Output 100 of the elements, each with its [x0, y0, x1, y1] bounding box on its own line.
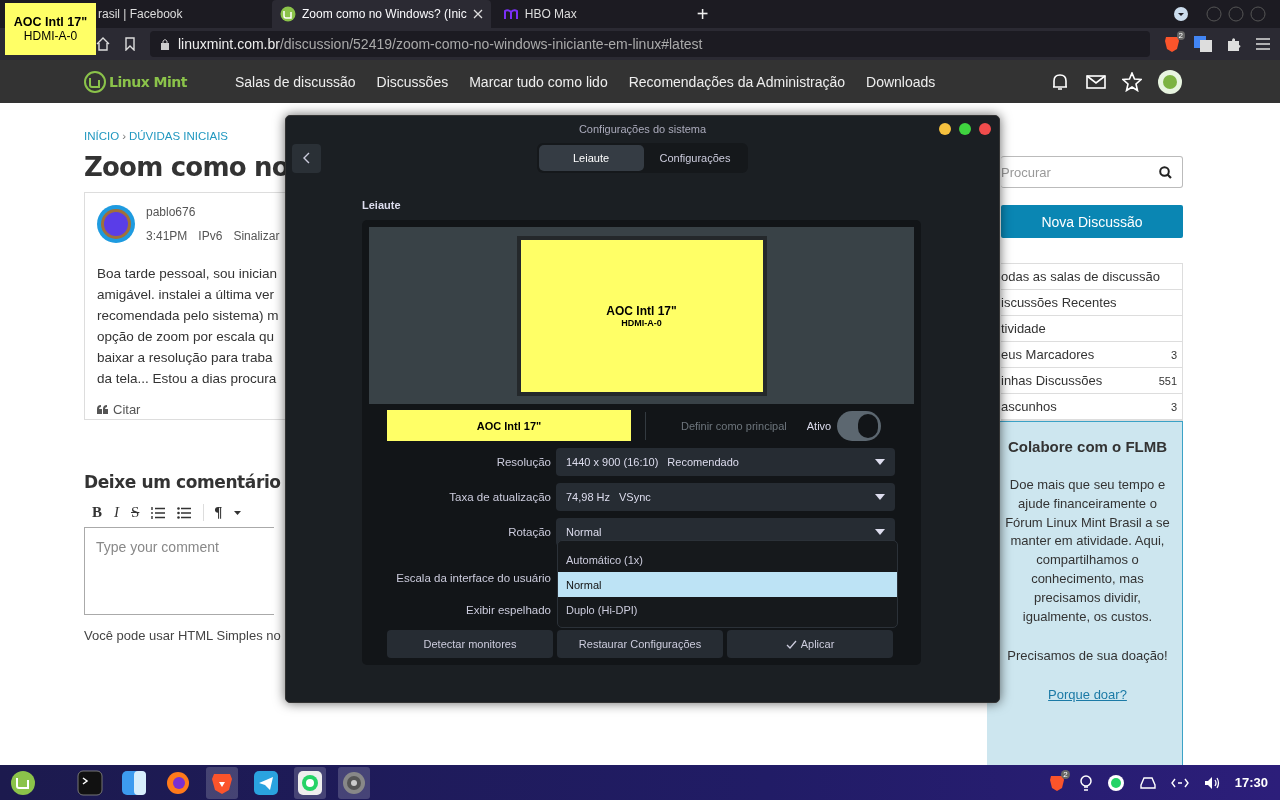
dropdown[interactable]: 74,98 Hz VSync: [556, 483, 895, 511]
donate-title: Colabore com o FLMB: [1006, 438, 1169, 455]
nav-link[interactable]: Discussões: [376, 73, 449, 90]
bullet-list-icon[interactable]: [177, 506, 192, 519]
url-text: linuxmint.com.br/discussion/52419/zoom-como-no-windows-iniciante-em-linux#latest: [178, 36, 703, 52]
minimize-button[interactable]: [939, 123, 951, 135]
drive-icon[interactable]: [1139, 776, 1156, 789]
chat-phone-icon[interactable]: [1106, 773, 1125, 792]
setting-label: Resolução: [495, 456, 551, 468]
avatar-icon[interactable]: [1158, 69, 1182, 94]
home-icon[interactable]: [96, 37, 110, 51]
mint-logo-icon: [280, 6, 296, 22]
monitor-tile[interactable]: AOC Intl 17" HDMI-A-0: [516, 236, 767, 396]
new-discussion-button[interactable]: Nova Discussão: [1001, 205, 1183, 238]
menu-option[interactable]: Automático (1x): [558, 547, 897, 572]
menu-icon[interactable]: [1256, 38, 1270, 50]
browser-tab[interactable]: HBO Max: [494, 0, 673, 28]
breadcrumb-link[interactable]: DÚVIDAS INICIAIS: [129, 130, 229, 142]
flag-link[interactable]: Sinalizar: [233, 229, 280, 243]
post-time[interactable]: 3:41PM: [146, 229, 188, 243]
chevron-left-icon: [303, 152, 310, 164]
count-label: 551: [1158, 374, 1177, 387]
avatar-icon[interactable]: [97, 205, 135, 243]
nav-link[interactable]: Salas de discussão: [234, 73, 356, 90]
caret-icon: [875, 494, 885, 500]
caret-icon[interactable]: [234, 510, 242, 515]
sidebar-link[interactable]: tividade: [1001, 316, 1182, 342]
post-ip: IPv6: [198, 229, 223, 243]
nav-link[interactable]: Recomendações da Administração: [628, 73, 846, 90]
puzzle-icon[interactable]: [1226, 36, 1242, 52]
italic-button[interactable]: I: [114, 504, 119, 521]
html-note: Você pode usar HTML Simples no: [84, 628, 282, 643]
bell-icon[interactable]: [1050, 71, 1070, 92]
comment-heading: Deixe um comentário: [84, 472, 282, 492]
lock-icon: [160, 38, 170, 50]
site-logo-text[interactable]: Linux Mint: [109, 73, 187, 90]
star-icon[interactable]: [1122, 71, 1142, 92]
dropdown-icon[interactable]: [1174, 7, 1188, 21]
close-icon[interactable]: [472, 9, 483, 19]
donate-text: Doe mais que seu tempo e ajude financeiramente o Fórum Linux Mint Brasil a se manter em atividade. Aqui, compartilhamos o conhecimento, mas precisamos dividir, igualmente, os custos.: [1004, 476, 1171, 626]
mint-logo-icon[interactable]: [84, 70, 106, 93]
tab[interactable]: Configurações: [643, 145, 747, 171]
dropdown-note: Recomendado: [667, 456, 739, 468]
sidebar-link[interactable]: odas as salas de discussão: [1001, 264, 1182, 290]
dropdown[interactable]: 1440 x 900 (16:10) Recomendado: [556, 448, 895, 476]
nav-link[interactable]: Marcar tudo como lido: [469, 73, 608, 90]
donate-appeal: Precisamos de sua doação!: [1006, 647, 1169, 666]
quote-link[interactable]: Citar: [113, 402, 141, 417]
setting-label: Taxa de atualização: [448, 491, 551, 503]
browser-tab[interactable]: Zoom como no Windows? (Inic: [272, 0, 491, 28]
post-text: recomendada pelo sistema) m: [97, 307, 280, 325]
maximize-button[interactable]: [959, 123, 971, 135]
post-text: da tela... Estou a dias procura: [97, 370, 278, 388]
sidebar-link[interactable]: iscussões Recentes: [1001, 290, 1182, 316]
author-name[interactable]: pablo676: [146, 205, 280, 219]
close-button[interactable]: [979, 123, 991, 135]
mail-icon[interactable]: [1086, 73, 1106, 90]
post-text: baixar a resolução para traba: [97, 349, 274, 367]
breadcrumb-separator: ›: [122, 130, 126, 142]
post-text: opção de zoom por escala qu: [97, 328, 276, 346]
search-icon[interactable]: [1159, 165, 1172, 179]
count-label: 3: [1170, 400, 1177, 413]
comment-field[interactable]: Type your comment: [84, 527, 274, 615]
tab[interactable]: Leiaute: [538, 145, 644, 171]
lightbulb-icon[interactable]: [1079, 774, 1092, 791]
active-toggle[interactable]: [837, 410, 882, 441]
address-field[interactable]: linuxmint.com.br/discussion/52419/zoom-como-no-windows-iniciante-em-linux#latest: [150, 31, 1150, 57]
setting-label: Exibir espelhado: [464, 604, 551, 616]
dialog-button[interactable]: Detectar monitores: [387, 630, 553, 658]
bold-button[interactable]: B: [92, 504, 102, 521]
dialog-button[interactable]: Aplicar: [727, 630, 893, 658]
strikethrough-button[interactable]: S: [131, 504, 140, 521]
count-badge: 2: [1176, 31, 1185, 40]
lion-icon[interactable]: [1048, 773, 1065, 792]
sidebar-link[interactable]: ascunhos 3: [1001, 394, 1182, 420]
back-button[interactable]: [292, 143, 321, 173]
window-title: Configurações do sistema: [578, 123, 707, 135]
donate-link[interactable]: Porque doar?: [1048, 687, 1127, 703]
bookmark-icon[interactable]: [124, 37, 136, 51]
network-arrows-icon[interactable]: [1170, 777, 1189, 788]
nav-link[interactable]: Downloads: [866, 73, 936, 90]
menu-option[interactable]: Normal: [558, 572, 897, 597]
dialog-button[interactable]: Restaurar Configurações: [557, 630, 723, 658]
paragraph-button[interactable]: ¶: [203, 504, 223, 521]
menu-option[interactable]: Duplo (Hi-DPI): [558, 597, 897, 622]
mint-menu-icon[interactable]: [10, 769, 36, 796]
lion-icon[interactable]: [1164, 35, 1180, 53]
active-label: Ativo: [806, 419, 832, 432]
translate-icon[interactable]: [1194, 36, 1212, 52]
volume-icon[interactable]: [1203, 775, 1220, 790]
monitor-tooltip: AOC Intl 17" HDMI-A-0: [5, 3, 96, 55]
count-label: 3: [1170, 348, 1177, 361]
new-tab-button[interactable]: +: [686, 0, 719, 28]
sidebar-link[interactable]: inhas Discussões 551: [1001, 368, 1182, 394]
numbered-list-icon[interactable]: [151, 506, 166, 519]
clock[interactable]: 17:30: [1234, 775, 1268, 790]
caret-icon: [875, 529, 885, 535]
post-text: Boa tarde pessoal, sou inician: [97, 265, 279, 283]
sidebar-link[interactable]: eus Marcadores 3: [1001, 342, 1182, 368]
dropdown-note: VSync: [619, 491, 651, 503]
